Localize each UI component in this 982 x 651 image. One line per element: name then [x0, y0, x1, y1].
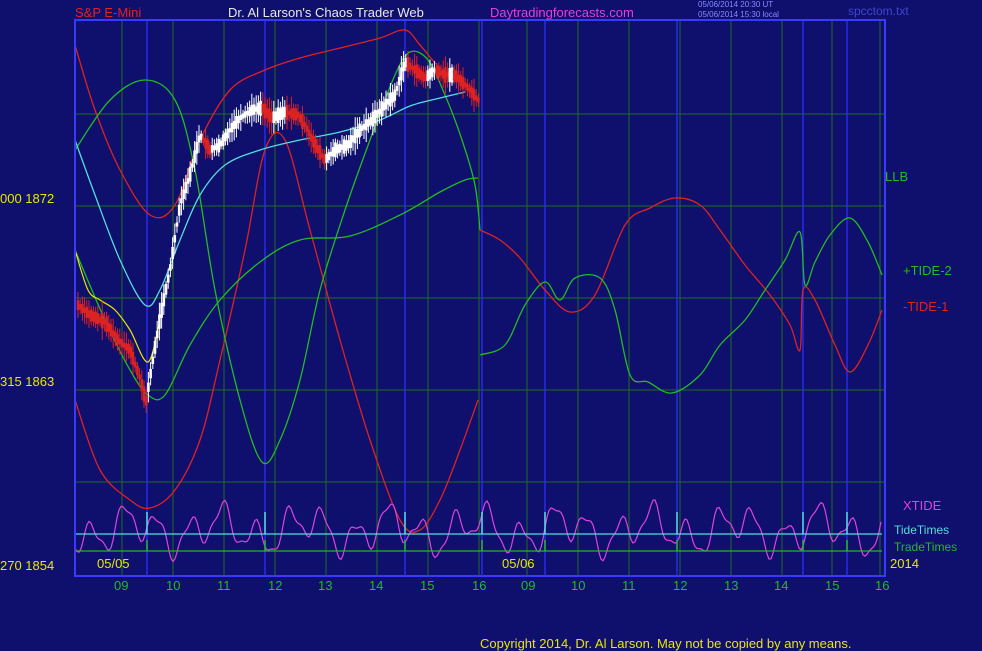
y-label-1863: 315 1863	[0, 374, 55, 389]
x-label: 15	[825, 578, 840, 593]
price-candle	[177, 204, 181, 216]
price-candle	[191, 163, 194, 168]
x-label: 09	[114, 578, 129, 593]
price-candle	[149, 368, 152, 379]
price-candle	[301, 113, 304, 129]
price-candle	[395, 85, 399, 91]
price-candle	[477, 97, 480, 103]
x-label: 16	[472, 578, 487, 593]
price-candle	[151, 356, 155, 364]
timestamp-utc: 05/06/2014 20:30 UT	[698, 0, 774, 9]
price-candle	[169, 264, 172, 271]
site-url[interactable]: Daytradingforecasts.com	[490, 5, 634, 20]
x-label: 10	[571, 578, 586, 593]
chart-canvas	[74, 19, 886, 577]
moving-average	[74, 91, 466, 307]
x-label: 14	[369, 578, 384, 593]
price-candle	[195, 141, 199, 154]
price-candle	[175, 222, 179, 227]
price-candle	[171, 247, 174, 260]
price-candle	[162, 293, 166, 307]
timestamp-local: 05/06/2014 15:30 local	[698, 10, 779, 19]
price-candle	[153, 340, 157, 354]
label-tide2: +TIDE-2	[903, 263, 952, 278]
x-label: 10	[166, 578, 181, 593]
x-label: 12	[673, 578, 688, 593]
label-llb: LLB	[885, 169, 909, 184]
y-label-1854: 270 1854	[0, 558, 55, 573]
x-label: 14	[774, 578, 789, 593]
file-name: spcctom.txt	[848, 4, 909, 18]
y-label-1872: 000 1872	[0, 191, 55, 206]
copyright-text: Copyright 2014, Dr. Al Larson. May not b…	[480, 636, 852, 651]
price-candle	[138, 374, 141, 380]
red-lower-band	[74, 131, 479, 533]
label-xtide: XTIDE	[903, 498, 942, 513]
price-candle	[184, 182, 188, 194]
price-candle	[155, 330, 159, 338]
x-label: 16	[875, 578, 890, 593]
price-candle	[147, 382, 150, 392]
year-label: 2014	[890, 556, 919, 571]
label-tidetimes: TideTimes	[894, 523, 950, 537]
x-label: 11	[217, 578, 231, 593]
x-label: 12	[268, 578, 283, 593]
price-candle	[180, 198, 183, 204]
price-candle	[173, 235, 177, 243]
x-label: 11	[622, 578, 636, 593]
price-candle	[136, 366, 139, 376]
price-candle	[164, 283, 168, 295]
x-label: 13	[724, 578, 739, 593]
chart-grid	[75, 20, 885, 576]
site-title: Dr. Al Larson's Chaos Trader Web	[228, 5, 424, 20]
price-candles	[76, 51, 480, 413]
tide-2-forecast	[479, 217, 883, 394]
x-label: 09	[521, 578, 536, 593]
instrument-title: S&P E-Mini	[75, 5, 142, 20]
xtide-line	[74, 499, 882, 563]
x-label: 13	[318, 578, 333, 593]
price-candle	[166, 274, 170, 283]
date-label-0506: 05/06	[502, 556, 535, 571]
label-tide1: -TIDE-1	[903, 299, 949, 314]
price-candle	[144, 396, 148, 406]
date-label-0505: 05/05	[97, 556, 130, 571]
price-candle	[188, 166, 192, 182]
label-tradetimes: TradeTimes	[894, 540, 958, 554]
price-candle	[393, 89, 397, 101]
x-label: 15	[420, 578, 435, 593]
